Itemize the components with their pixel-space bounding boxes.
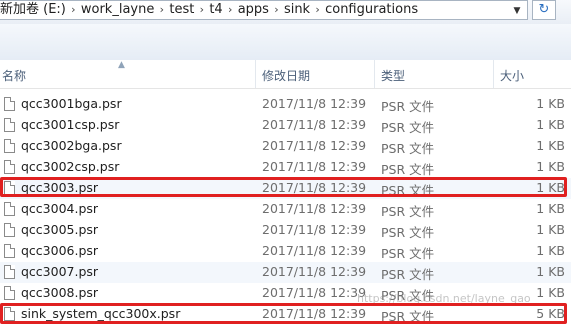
file-icon bbox=[4, 286, 15, 300]
chevron-right-icon[interactable]: › bbox=[313, 1, 322, 19]
file-icon bbox=[4, 244, 15, 258]
highlight-box bbox=[0, 303, 567, 324]
file-icon bbox=[4, 160, 15, 174]
chevron-right-icon[interactable]: › bbox=[272, 1, 281, 19]
file-type: PSR 文件 bbox=[381, 141, 435, 156]
file-name: qcc3005.psr bbox=[21, 222, 99, 237]
list-item[interactable]: qcc3002csp.psr 2017/11/8 12:39 PSR 文件 1 … bbox=[0, 157, 571, 178]
file-modified: 2017/11/8 12:39 bbox=[262, 264, 367, 279]
list-item[interactable]: qcc3001csp.psr 2017/11/8 12:39 PSR 文件 1 … bbox=[0, 115, 571, 136]
chevron-down-icon[interactable]: ▼ bbox=[508, 3, 526, 19]
file-size: 1 KB bbox=[536, 117, 565, 132]
highlight-box bbox=[0, 177, 567, 197]
chevron-right-icon[interactable]: › bbox=[157, 1, 166, 19]
column-divider[interactable] bbox=[255, 60, 256, 88]
column-divider[interactable] bbox=[493, 60, 494, 88]
file-size: 1 KB bbox=[536, 264, 565, 279]
file-type: PSR 文件 bbox=[381, 99, 435, 114]
file-type: PSR 文件 bbox=[381, 225, 435, 240]
list-item[interactable]: qcc3005.psr 2017/11/8 12:39 PSR 文件 1 KB bbox=[0, 220, 571, 241]
chevron-right-icon[interactable]: › bbox=[226, 1, 235, 19]
column-name[interactable]: 名称 bbox=[2, 67, 26, 84]
file-name: qcc3002csp.psr bbox=[21, 159, 120, 174]
file-icon bbox=[4, 97, 15, 111]
file-size: 1 KB bbox=[536, 201, 565, 216]
refresh-button[interactable]: ↻ bbox=[532, 0, 556, 20]
file-type: PSR 文件 bbox=[381, 246, 435, 261]
list-item[interactable]: qcc3007.psr 2017/11/8 12:39 PSR 文件 1 KB bbox=[0, 262, 571, 283]
file-icon bbox=[4, 139, 15, 153]
file-modified: 2017/11/8 12:39 bbox=[262, 285, 367, 300]
file-modified: 2017/11/8 12:39 bbox=[262, 96, 367, 111]
file-icon bbox=[4, 265, 15, 279]
breadcrumb-item[interactable]: work_layne bbox=[78, 1, 157, 19]
breadcrumb-item[interactable]: t4 bbox=[206, 1, 225, 19]
file-modified: 2017/11/8 12:39 bbox=[262, 138, 367, 153]
file-name: qcc3002bga.psr bbox=[21, 138, 122, 153]
column-type[interactable]: 类型 bbox=[381, 67, 405, 84]
breadcrumb-item[interactable]: sink bbox=[281, 1, 313, 19]
list-item[interactable]: qcc3002bga.psr 2017/11/8 12:39 PSR 文件 1 … bbox=[0, 136, 571, 157]
breadcrumb[interactable]: 新加卷 (E:) › work_layne › test › t4 › apps › sink › co… bbox=[0, 0, 528, 20]
file-name: qcc3008.psr bbox=[21, 285, 99, 300]
file-size: 1 KB bbox=[536, 285, 565, 300]
breadcrumb-item[interactable]: apps bbox=[235, 1, 272, 19]
file-type: PSR 文件 bbox=[381, 267, 435, 282]
file-name: qcc3007.psr bbox=[21, 264, 99, 279]
file-modified: 2017/11/8 12:39 bbox=[262, 243, 367, 258]
column-size[interactable]: 大小 bbox=[500, 67, 524, 84]
file-type: PSR 文件 bbox=[381, 120, 435, 135]
file-name: qcc3006.psr bbox=[21, 243, 99, 258]
list-item[interactable]: qcc3004.psr 2017/11/8 12:39 PSR 文件 1 KB bbox=[0, 199, 571, 220]
file-icon bbox=[4, 223, 15, 237]
column-header: 名称 ▲ 修改日期 类型 大小 bbox=[0, 60, 571, 89]
breadcrumb-item[interactable]: configurations bbox=[322, 1, 421, 19]
file-name: qcc3001bga.psr bbox=[21, 96, 122, 111]
file-size: 1 KB bbox=[536, 96, 565, 111]
file-icon bbox=[4, 202, 15, 216]
file-modified: 2017/11/8 12:39 bbox=[262, 201, 367, 216]
file-size: 1 KB bbox=[536, 159, 565, 174]
file-type: PSR 文件 bbox=[381, 162, 435, 177]
column-divider[interactable] bbox=[374, 60, 375, 88]
file-icon bbox=[4, 118, 15, 132]
file-modified: 2017/11/8 12:39 bbox=[262, 222, 367, 237]
toolbar bbox=[0, 24, 571, 61]
file-size: 1 KB bbox=[536, 138, 565, 153]
file-name: qcc3004.psr bbox=[21, 201, 99, 216]
breadcrumb-item[interactable]: 新加卷 (E:) bbox=[0, 1, 69, 19]
file-type: PSR 文件 bbox=[381, 204, 435, 219]
file-size: 1 KB bbox=[536, 243, 565, 258]
list-item[interactable]: qcc3006.psr 2017/11/8 12:39 PSR 文件 1 KB bbox=[0, 241, 571, 262]
refresh-icon: ↻ bbox=[538, 2, 550, 17]
file-modified: 2017/11/8 12:39 bbox=[262, 117, 367, 132]
file-size: 1 KB bbox=[536, 222, 565, 237]
chevron-right-icon[interactable]: › bbox=[69, 1, 78, 19]
breadcrumb-item[interactable]: test bbox=[166, 1, 197, 19]
sort-ascending-icon: ▲ bbox=[118, 60, 125, 70]
chevron-right-icon[interactable]: › bbox=[197, 1, 206, 19]
file-name: qcc3001csp.psr bbox=[21, 117, 120, 132]
column-modified[interactable]: 修改日期 bbox=[262, 67, 310, 84]
file-modified: 2017/11/8 12:39 bbox=[262, 159, 367, 174]
list-item[interactable]: qcc3001bga.psr 2017/11/8 12:39 PSR 文件 1 … bbox=[0, 94, 571, 115]
address-bar: 新加卷 (E:) › work_layne › test › t4 › apps › sink › co… bbox=[0, 0, 571, 24]
